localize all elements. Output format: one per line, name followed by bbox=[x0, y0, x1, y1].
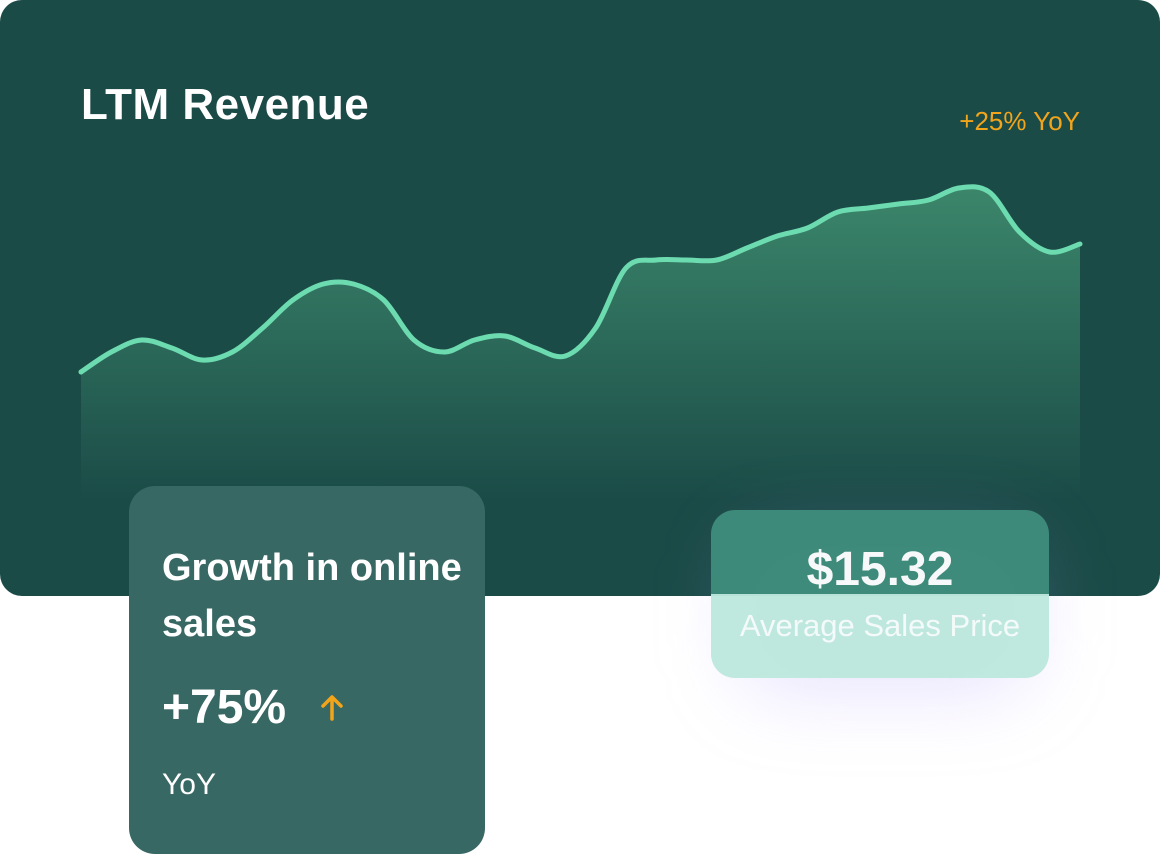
growth-value: +75% bbox=[162, 681, 287, 734]
growth-card: Growth in online sales +75% YoY bbox=[129, 486, 485, 854]
data-point bbox=[715, 258, 719, 262]
data-point bbox=[836, 210, 840, 214]
data-point bbox=[563, 354, 567, 358]
data-point bbox=[654, 258, 658, 262]
stage: LTM Revenue +25% YoY Growth in online sa… bbox=[0, 0, 1160, 854]
data-point bbox=[200, 358, 204, 362]
data-point bbox=[503, 334, 507, 338]
data-point bbox=[896, 202, 900, 206]
data-point bbox=[79, 370, 83, 374]
data-point bbox=[624, 266, 628, 270]
data-point bbox=[775, 234, 779, 238]
data-point bbox=[594, 326, 598, 330]
data-point bbox=[1048, 250, 1052, 254]
data-point bbox=[1078, 242, 1082, 246]
data-point bbox=[806, 226, 810, 230]
data-point bbox=[745, 246, 749, 250]
data-point bbox=[685, 258, 689, 262]
price-card: $15.32 Average Sales Price bbox=[711, 510, 1049, 678]
data-point bbox=[533, 346, 537, 350]
growth-period: YoY bbox=[162, 768, 216, 801]
arrow-up-icon bbox=[321, 695, 343, 721]
data-point bbox=[927, 198, 931, 202]
data-point bbox=[170, 346, 174, 350]
price-label: Average Sales Price bbox=[739, 608, 1021, 643]
data-point bbox=[321, 282, 325, 286]
data-point bbox=[109, 350, 113, 354]
data-point bbox=[291, 298, 295, 302]
data-point bbox=[473, 338, 477, 342]
data-point bbox=[382, 298, 386, 302]
data-point bbox=[352, 282, 356, 286]
data-point bbox=[1018, 230, 1022, 234]
data-point bbox=[140, 338, 144, 342]
data-point bbox=[230, 350, 234, 354]
data-point bbox=[261, 326, 265, 330]
data-point bbox=[412, 338, 416, 342]
data-point bbox=[442, 350, 446, 354]
growth-title: Growth in online sales bbox=[162, 547, 462, 645]
data-point bbox=[957, 186, 961, 190]
data-point bbox=[866, 206, 870, 210]
price-value: $15.32 bbox=[806, 543, 954, 596]
data-point bbox=[987, 190, 991, 194]
